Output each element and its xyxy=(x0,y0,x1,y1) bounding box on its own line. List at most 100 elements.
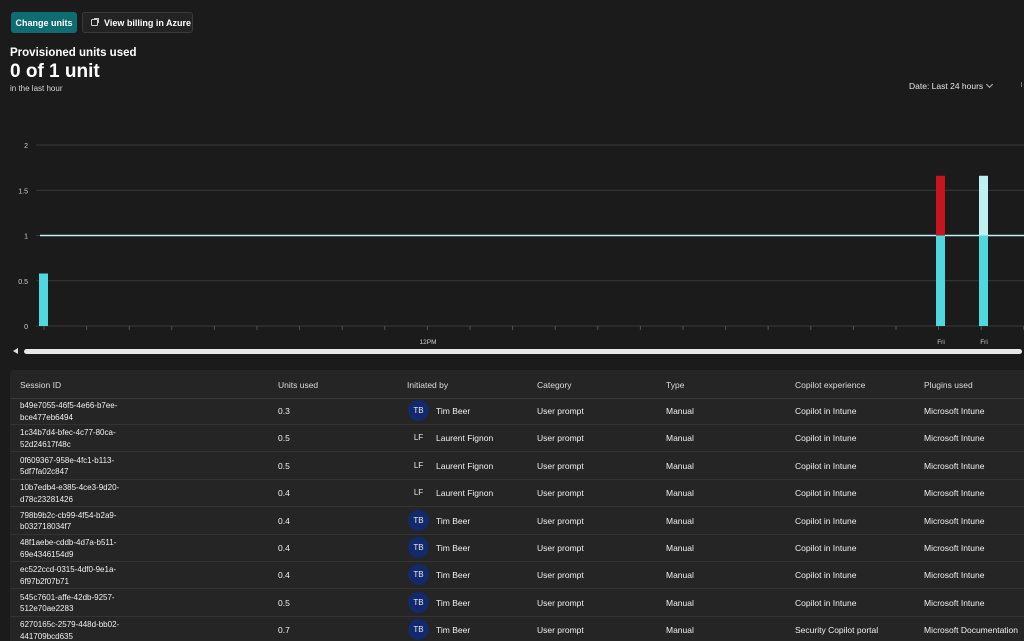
table-row[interactable]: ec522ccd-0315-4df0-9e1a- 6f97b2f07b71 0.4 T… xyxy=(10,561,1024,590)
bar xyxy=(39,273,48,326)
copilot-experience: Copilot in Intune xyxy=(795,543,857,553)
table-row[interactable]: 6270165c-2579-448d-bb02- 441709bcd635 0.7 T… xyxy=(10,616,1024,641)
category: User prompt xyxy=(537,433,584,444)
copilot-experience: Copilot in Intune xyxy=(795,488,857,499)
initiated-by-name: Tim Beer xyxy=(436,515,471,526)
type: Manual xyxy=(666,515,694,526)
table-row[interactable]: 48f1aebe-cddb-4d7a-b511- 69e4346154d9 0.4 T… xyxy=(10,534,1024,562)
initiated-by-name: Tim Beer xyxy=(436,543,471,553)
copilot-experience: Copilot in Intune xyxy=(795,570,857,581)
column-header[interactable]: Initiated by xyxy=(407,380,448,390)
avatar: LF xyxy=(413,488,424,498)
column-header[interactable]: Plugins used xyxy=(924,380,973,390)
units-used: 0.4 xyxy=(278,543,290,553)
x-tick-label: 12PM xyxy=(420,339,437,346)
units-used: 0.4 xyxy=(278,515,290,526)
table-header: Session ID Units used Initiated by Category… xyxy=(10,370,1024,399)
summary-period: in the last hour xyxy=(10,84,63,93)
plugins-used: Microsoft Intune xyxy=(924,488,985,499)
avatar: TB xyxy=(408,591,429,613)
overage-bar xyxy=(936,175,945,236)
category: User prompt xyxy=(537,625,584,636)
category: User prompt xyxy=(537,597,584,608)
scroll-left-arrow-icon[interactable] xyxy=(13,348,18,354)
avatar: TB xyxy=(408,537,429,558)
units-used: 0.4 xyxy=(278,488,290,499)
x-tick-label: Fri xyxy=(937,339,945,346)
units-used: 0.5 xyxy=(278,433,290,444)
chevron-down-icon xyxy=(986,80,994,89)
type: Manual xyxy=(666,460,694,471)
copilot-experience: Security Copilot portal xyxy=(795,625,879,636)
summary-value: 0 of 1 unit xyxy=(10,61,100,82)
sessions-table: Session ID Units used Initiated by Category… xyxy=(10,370,1024,641)
category: User prompt xyxy=(537,570,584,581)
plugins-used: Microsoft Intune xyxy=(924,597,985,608)
table-row[interactable]: 798b9b2c-cb99-4f54-b2a9- b032718034f7 0.4 T… xyxy=(10,507,1024,535)
avatar: LF xyxy=(413,460,424,470)
view-billing-label: View billing in Azure xyxy=(104,17,192,28)
units-used: 0.5 xyxy=(278,597,290,608)
units-used: 0.7 xyxy=(278,625,290,636)
plugins-used: Microsoft Intune xyxy=(924,543,985,553)
column-header[interactable]: Session ID xyxy=(20,380,61,390)
bar-segment xyxy=(979,175,988,236)
external-link-icon xyxy=(91,18,99,26)
chart-scrollbar[interactable] xyxy=(24,349,1022,354)
session-id: 10b7edb4-e385-4ce3-9d20- d78c23281426 xyxy=(20,483,120,504)
type: Manual xyxy=(666,488,694,499)
category: User prompt xyxy=(537,460,584,471)
bar xyxy=(936,235,945,326)
copilot-experience: Copilot in Intune xyxy=(795,597,857,608)
copilot-experience: Copilot in Intune xyxy=(795,460,857,471)
plugins-used: Microsoft Intune xyxy=(924,515,985,526)
date-filter-dropdown[interactable]: Date: Last 24 hours xyxy=(909,80,994,91)
y-tick-label: 2 xyxy=(24,143,28,150)
table-row[interactable]: 10b7edb4-e385-4ce3-9d20- d78c23281426 0.4 L… xyxy=(10,479,1024,508)
table-row[interactable]: 0f609367-958e-4fc1-b113- 5df7fa02c847 0.5 L… xyxy=(10,452,1024,480)
session-id: 1c34b7d4-bfec-4c77-80ca- 52d24617f48c xyxy=(20,428,116,449)
plugins-used: Microsoft Intune xyxy=(924,406,985,416)
column-header[interactable]: Units used xyxy=(278,380,318,390)
units-used: 0.4 xyxy=(278,570,290,581)
view-billing-button[interactable]: View billing in Azure xyxy=(82,12,193,33)
x-tick-label: Fri xyxy=(980,339,988,346)
units-used: 0.3 xyxy=(278,406,290,416)
category: User prompt xyxy=(537,515,584,526)
type: Manual xyxy=(666,543,694,553)
initiated-by-name: Tim Beer xyxy=(436,597,471,608)
column-header[interactable]: Category xyxy=(537,380,572,390)
initiated-by-name: Laurent Fignon xyxy=(436,488,494,499)
summary-title: Provisioned units used xyxy=(10,47,137,59)
plugins-used: Microsoft Documentation xyxy=(924,625,1019,636)
avatar: TB xyxy=(408,400,429,421)
column-header[interactable]: Copilot experience xyxy=(795,380,865,390)
column-header[interactable]: Type xyxy=(666,380,684,390)
type: Manual xyxy=(666,625,694,636)
units-used: 0.5 xyxy=(278,460,290,471)
table-row[interactable]: 545c7601-affe-42db-9257- 512e70ae2283 0.5 T… xyxy=(10,589,1024,617)
y-tick-label: 1 xyxy=(24,234,28,241)
type: Manual xyxy=(666,433,694,444)
usage-chart: 0 0.5 1 1.5 2 12PM Fri Fri xyxy=(18,143,1024,346)
date-filter-label: Date: Last 24 hours xyxy=(909,81,984,91)
category: User prompt xyxy=(537,488,584,499)
table-row[interactable]: 1c34b7d4-bfec-4c77-80ca- 52d24617f48c 0.5 L… xyxy=(10,424,1024,453)
avatar: TB xyxy=(408,564,429,586)
divider xyxy=(1021,82,1022,87)
category: User prompt xyxy=(537,543,584,553)
change-units-label: Change units xyxy=(15,17,73,28)
y-tick-label: 0.5 xyxy=(18,279,28,286)
session-id: 48f1aebe-cddb-4d7a-b511- 69e4346154d9 xyxy=(20,538,117,559)
session-id: ec522ccd-0315-4df0-9e1a- 6f97b2f07b71 xyxy=(20,565,117,586)
avatar: TB xyxy=(408,619,429,641)
category: User prompt xyxy=(537,406,584,416)
type: Manual xyxy=(666,406,694,416)
table-row[interactable]: b49e7055-46f5-4e66-b7ee-bce477eb6494 0.3 T… xyxy=(10,397,1024,425)
y-tick-label: 0 xyxy=(24,324,28,331)
y-tick-label: 1.5 xyxy=(18,188,28,195)
type: Manual xyxy=(666,570,694,581)
plugins-used: Microsoft Intune xyxy=(924,460,985,471)
bar xyxy=(979,235,988,326)
change-units-button[interactable]: Change units xyxy=(11,12,77,33)
